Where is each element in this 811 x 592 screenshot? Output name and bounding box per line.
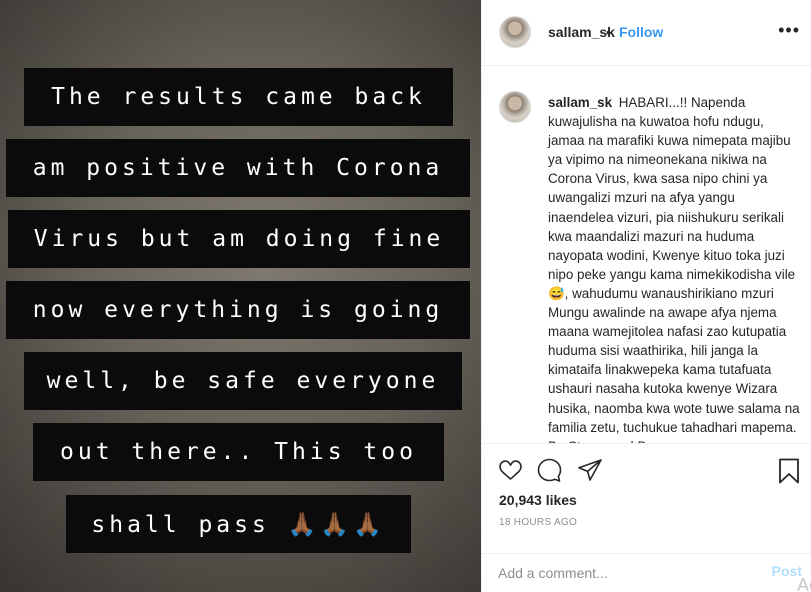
post-timestamp[interactable]: 18 HOURS AGO [499,517,577,528]
actions-section: 20,943 likes 18 HOURS AGO [482,443,811,553]
caption-line-4: now everything is going [6,281,470,339]
author-username[interactable]: sallam_sk [548,24,615,40]
comment-username[interactable]: sallam_sk [548,95,612,110]
overlay-text: Ac [796,575,811,592]
comments-section[interactable]: sallam_sk HABARI...!! Napenda kuwajulish… [482,67,811,443]
post-header: sallam_sk • Follow ••• [482,0,811,66]
caption-line-7: shall pass 🙏🏾🙏🏾🙏🏾 [66,495,411,553]
caption-line-2: am positive with Corona [6,139,470,197]
add-comment-input[interactable] [498,562,738,584]
post-image[interactable]: The results came back am positive with C… [0,0,481,592]
share-icon[interactable] [578,458,602,482]
add-comment-bar: Post Ac [482,553,811,592]
post-side-panel: sallam_sk • Follow ••• sallam_sk HABARI.… [481,0,811,592]
comment-text: HABARI...!! Napenda kuwajulisha na kuwat… [548,95,800,443]
caption-line-1: The results came back [24,68,453,126]
caption-line-5: well, be safe everyone [24,352,462,410]
follow-button[interactable]: Follow [619,24,663,40]
likes-count[interactable]: 20,943 likes [499,492,577,508]
caption-comment: sallam_sk HABARI...!! Napenda kuwajulish… [548,93,800,443]
heart-icon[interactable] [498,458,523,482]
comment-icon[interactable] [537,458,562,482]
caption-line-6: out there.. This too [33,423,444,481]
comment-author-avatar[interactable] [499,91,531,123]
author-avatar[interactable] [499,16,531,48]
separator-dot: • [606,24,611,40]
caption-line-3: Virus but am doing fine [8,210,470,268]
bookmark-icon[interactable] [778,458,800,484]
more-options-icon[interactable]: ••• [778,20,800,41]
